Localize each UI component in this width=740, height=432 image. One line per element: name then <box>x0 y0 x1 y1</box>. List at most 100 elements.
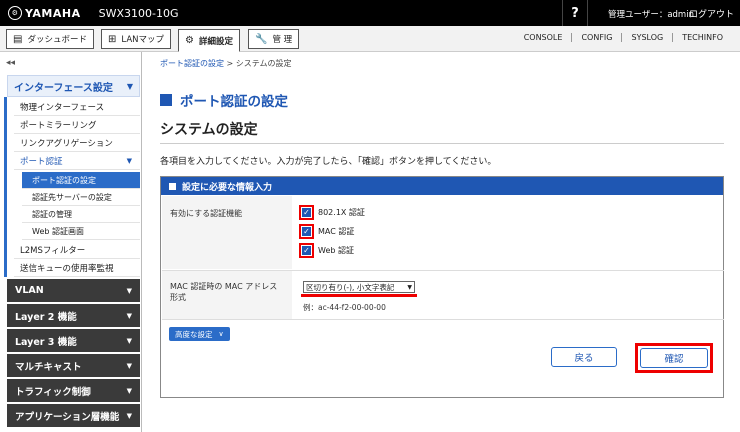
section-label: アプリケーション層機能 <box>15 411 120 423</box>
checkbox-label: MAC 認証 <box>318 227 355 236</box>
title-square-icon <box>160 94 172 106</box>
sidebar-section-application[interactable]: アプリケーション層機能 ▼ <box>7 404 140 428</box>
dashboard-icon: ▤ <box>13 33 23 45</box>
mac-format-label-line1: MAC 認証時の MAC アドレス <box>170 282 278 291</box>
section-label: VLAN <box>15 285 44 296</box>
confirm-button[interactable]: 確認 <box>640 348 708 368</box>
sidebar-section-multicast[interactable]: マルチキャスト ▼ <box>7 354 140 378</box>
yamaha-logo: ⚙ YAMAHA <box>8 6 81 20</box>
sidebar-item-l2ms-filter[interactable]: L2MSフィルター <box>14 241 140 259</box>
sidebar-section-layer3[interactable]: Layer 3 機能 ▼ <box>7 329 140 353</box>
yamaha-tuning-fork-icon: ⚙ <box>8 6 22 20</box>
chevron-down-icon: ▼ <box>126 81 133 91</box>
advanced-settings-label: 高度な設定 <box>175 329 213 339</box>
sidebar-section-layer2[interactable]: Layer 2 機能 ▼ <box>7 304 140 328</box>
chevron-down-icon: ▼ <box>126 336 132 345</box>
advanced-label: 詳細設定 <box>198 36 233 47</box>
mac-format-example: 例：ac-44-f2-00-00-00 <box>303 303 386 312</box>
mac-format-selected: 区切り有り(-), 小文字表記 <box>306 282 395 292</box>
user-label: 管理ユーザー：admin <box>608 10 694 20</box>
chevron-down-icon: ▼ <box>407 283 412 291</box>
chevron-down-icon: ▼ <box>126 286 132 295</box>
gear-icon: ⚙ <box>185 35 194 46</box>
logout-link[interactable]: ログアウト <box>689 7 734 20</box>
advanced-settings-button[interactable]: 高度な設定 ∨ <box>169 327 230 341</box>
top-header: ⚙ YAMAHA SWX3100-10G ? 管理ユーザー：admin ログアウ… <box>0 0 740 26</box>
sidebar-item-port-auth[interactable]: ポート認証 ▼ <box>14 152 140 170</box>
syslog-link[interactable]: SYSLOG <box>621 33 672 42</box>
checkbox-web-auth[interactable]: ✓ Web 認証 <box>299 243 354 258</box>
dashboard-button[interactable]: ▤ ダッシュボード <box>6 29 94 49</box>
admin-label: 管 理 <box>272 35 293 45</box>
lanmap-button[interactable]: ⊞ LANマップ <box>101 29 171 49</box>
highlight-box: ✓ <box>299 224 314 239</box>
sidebar-section-vlan[interactable]: VLAN ▼ <box>7 279 140 303</box>
section-label: Layer 3 機能 <box>15 336 77 348</box>
sidebar-section-traffic[interactable]: トラフィック制御 ▼ <box>7 379 140 403</box>
advanced-settings-tab[interactable]: ⚙ 詳細設定 <box>178 29 240 52</box>
sidebar-item-physical-interface[interactable]: 物理インターフェース <box>14 98 140 116</box>
chevron-down-icon: ▼ <box>126 311 132 320</box>
mac-format-select[interactable]: 区切り有り(-), 小文字表記 ▼ <box>303 281 415 293</box>
mac-format-label-line2: 形式 <box>170 293 186 302</box>
section-label: トラフィック制御 <box>15 386 91 398</box>
section-label: Layer 2 機能 <box>15 311 77 323</box>
section-label: マルチキャスト <box>15 361 82 373</box>
checkbox-label: Web 認証 <box>318 246 354 255</box>
chevron-down-icon: ▼ <box>126 386 132 395</box>
page-title: ポート認証の設定 <box>160 90 288 110</box>
chevron-down-icon: ∨ <box>218 330 224 338</box>
collapse-sidebar-icon[interactable]: ◂◂ <box>6 58 15 68</box>
chevron-down-icon: ▼ <box>126 156 132 165</box>
console-link[interactable]: CONSOLE <box>515 33 572 42</box>
admin-button[interactable]: 🔧 管 理 <box>248 29 300 49</box>
settings-panel: 設定に必要な情報入力 有効にする認証機能 ✓ 802.1X 認証 ✓ MAC 認… <box>160 176 724 398</box>
breadcrumb: ポート認証の設定 > システムの設定 <box>160 58 292 69</box>
chevron-down-icon: ▼ <box>126 411 132 420</box>
sidebar-item-link-aggregation[interactable]: リンクアグリゲーション <box>14 134 140 152</box>
row-separator <box>162 319 724 320</box>
title-divider <box>160 143 724 144</box>
panel-header: 設定に必要な情報入力 <box>161 177 723 195</box>
breadcrumb-current: システムの設定 <box>235 59 292 68</box>
breadcrumb-link[interactable]: ポート認証の設定 <box>160 59 224 68</box>
tool-links: CONSOLE CONFIG SYSLOG TECHINFO <box>515 33 732 42</box>
sidebar-item-queue-monitor[interactable]: 送信キューの使用率監視 <box>14 259 140 277</box>
checkbox-mac-auth[interactable]: ✓ MAC 認証 <box>299 224 354 239</box>
panel-title: 設定に必要な情報入力 <box>182 182 273 193</box>
highlight-box: ✓ <box>299 243 314 258</box>
sidebar-subitem-port-auth-settings[interactable]: ポート認証の設定 <box>22 172 140 189</box>
model-name: SWX3100-10G <box>98 6 179 20</box>
page-subtitle: システムの設定 <box>160 122 258 138</box>
chevron-down-icon: ▼ <box>126 361 132 370</box>
sidebar-subitem-web-auth-screen[interactable]: Web 認証画面 <box>22 223 140 240</box>
back-button[interactable]: 戻る <box>551 347 617 367</box>
sidebar-item-port-auth-label: ポート認証 <box>20 156 63 167</box>
auth-functions-label: 有効にする認証機能 <box>170 209 243 218</box>
page-title-text: ポート認証の設定 <box>180 94 288 110</box>
instruction-text: 各項目を入力してください。入力が完了したら、「確認」ボタンを押してください。 <box>160 157 497 167</box>
lanmap-label: LANマップ <box>121 35 164 45</box>
sidebar-subitem-auth-management[interactable]: 認証の管理 <box>22 206 140 223</box>
checkmark-icon[interactable]: ✓ <box>302 246 311 255</box>
sidebar-item-port-mirroring[interactable]: ポートミラーリング <box>14 116 140 134</box>
sidebar-subitem-auth-server[interactable]: 認証先サーバーの設定 <box>22 189 140 206</box>
highlight-box: ✓ <box>299 205 314 220</box>
breadcrumb-separator: > <box>224 59 236 68</box>
sidebar-group-interface[interactable]: インターフェース設定 ▼ <box>7 75 140 97</box>
help-button[interactable]: ? <box>562 0 588 26</box>
auth-row-label-bg <box>162 196 292 269</box>
dashboard-label: ダッシュボード <box>27 35 87 45</box>
checkmark-icon[interactable]: ✓ <box>302 227 311 236</box>
config-link[interactable]: CONFIG <box>571 33 621 42</box>
select-highlight <box>301 294 417 297</box>
confirm-highlight: 確認 <box>635 343 713 373</box>
techinfo-link[interactable]: TECHINFO <box>672 33 732 42</box>
main-nav: ▤ ダッシュボード ⊞ LANマップ ⚙ 詳細設定 🔧 管 理 CONSOLE … <box>0 26 740 52</box>
mac-format-label: MAC 認証時の MAC アドレス 形式 <box>170 281 277 303</box>
lanmap-icon: ⊞ <box>108 33 117 45</box>
panel-square-icon <box>169 182 176 190</box>
checkbox-8021x[interactable]: ✓ 802.1X 認証 <box>299 205 365 220</box>
checkbox-label: 802.1X 認証 <box>318 208 365 217</box>
checkmark-icon[interactable]: ✓ <box>302 208 311 217</box>
